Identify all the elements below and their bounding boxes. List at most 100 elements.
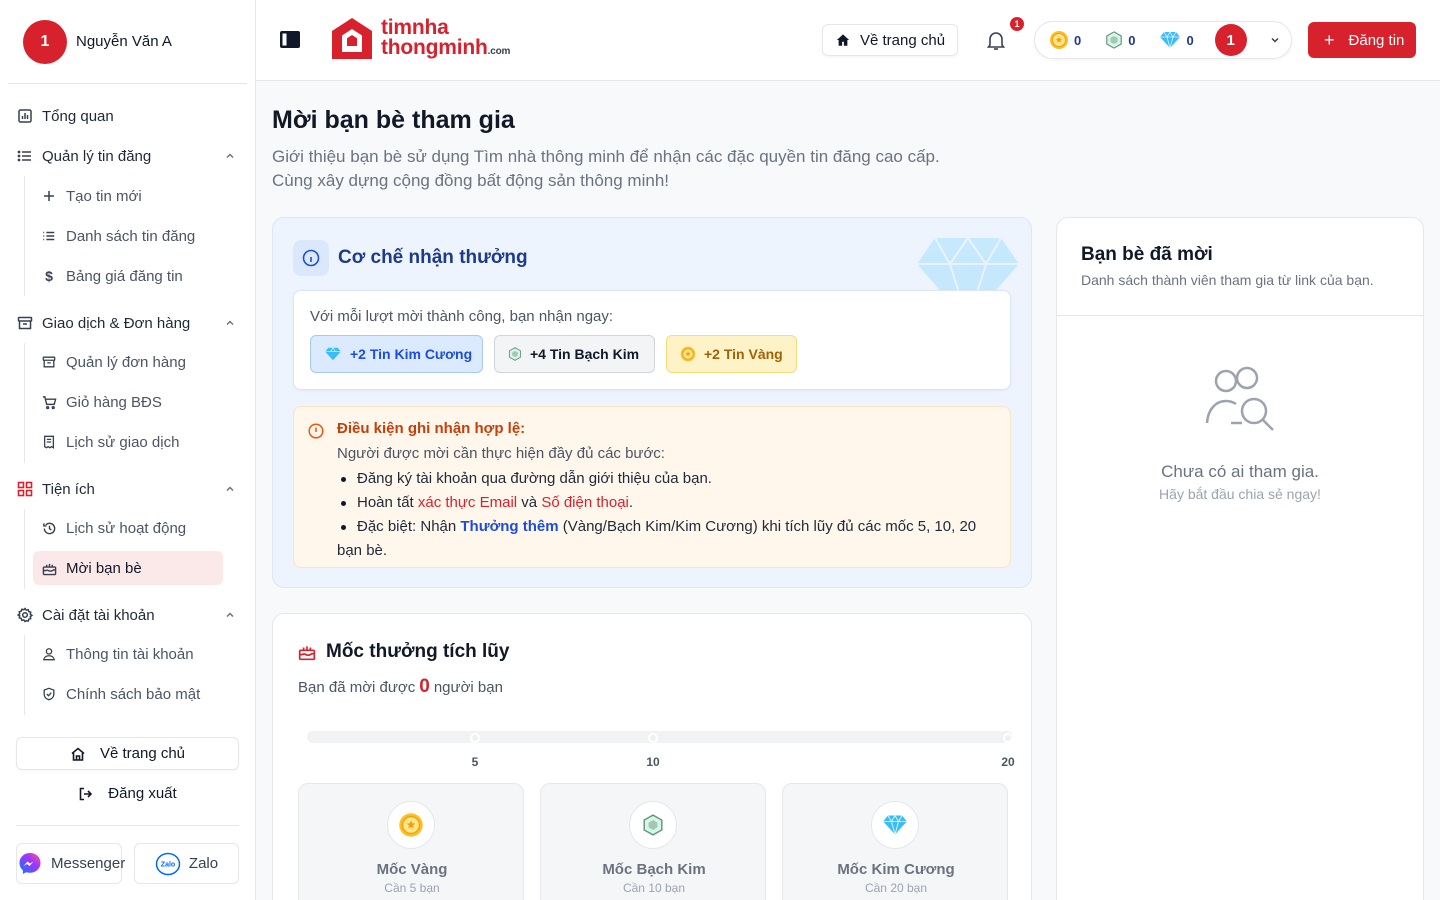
sidebar-toggle-icon[interactable] bbox=[280, 31, 300, 48]
sidebar-group-listings[interactable]: Quản lý tin đăng bbox=[0, 136, 256, 176]
reward-mechanism-card: Cơ chế nhận thưởng Với mỗi lượt mời thàn… bbox=[272, 217, 1032, 588]
sidebar-item-label: Tạo tin mới bbox=[66, 187, 142, 205]
dollar-icon: $ bbox=[45, 268, 53, 284]
card-divider bbox=[1057, 315, 1423, 316]
valid-conditions-box: Điều kiện ghi nhận hợp lệ: Người được mờ… bbox=[293, 406, 1011, 568]
milestone-tick-dot bbox=[648, 733, 658, 743]
milestone-title: Mốc thưởng tích lũy bbox=[326, 641, 510, 662]
gear-icon bbox=[17, 607, 33, 623]
conditions-list: Đăng ký tài khoản qua đường dẫn giới thi… bbox=[337, 467, 997, 563]
sidebar-item-transaction-history[interactable]: Lịch sử giao dịch bbox=[33, 425, 223, 459]
user-name: Nguyễn Văn A bbox=[76, 33, 172, 50]
sidebar-divider bbox=[16, 825, 239, 826]
header-home-button[interactable]: Về trang chủ bbox=[822, 24, 958, 56]
receipt-icon bbox=[41, 434, 57, 450]
archive-icon bbox=[41, 354, 57, 370]
chevron-down-icon[interactable] bbox=[1269, 34, 1281, 46]
header-home-label: Về trang chủ bbox=[860, 31, 946, 49]
reward-chip-label: +4 Tin Bạch Kim bbox=[530, 346, 640, 362]
post-listing-button[interactable]: + Đăng tin bbox=[1308, 22, 1416, 58]
sidebar-item-activity-history[interactable]: Lịch sử hoạt động bbox=[33, 511, 223, 545]
avatar[interactable]: 1 bbox=[23, 19, 67, 64]
friends-card-description: Danh sách thành viên tham gia từ link củ… bbox=[1081, 272, 1374, 288]
user-icon bbox=[41, 646, 57, 662]
sidebar-item-label: Chính sách bảo mật bbox=[66, 685, 201, 703]
messenger-icon bbox=[17, 851, 43, 877]
page-description-line2: Cùng xây dựng cộng đồng bất động sản thô… bbox=[272, 171, 670, 190]
bell-icon[interactable] bbox=[984, 28, 1008, 52]
sidebar-group-orders[interactable]: Giao dịch & Đơn hàng bbox=[0, 303, 256, 343]
empty-state-title: Chưa có ai tham gia. bbox=[1161, 462, 1319, 481]
reward-intro: Với mỗi lượt mời thành công, bạn nhận ng… bbox=[310, 308, 614, 325]
home-icon bbox=[836, 33, 850, 47]
logo[interactable]: timnha thongminh.com bbox=[329, 16, 510, 64]
header-avatar[interactable]: 1 bbox=[1214, 24, 1247, 56]
home-icon bbox=[70, 746, 86, 762]
diamond-count: 0 bbox=[1186, 32, 1194, 48]
sidebar-item-account-info[interactable]: Thông tin tài khoản bbox=[33, 637, 223, 671]
diamond-balance: 0 bbox=[1159, 31, 1194, 49]
list-icon bbox=[17, 148, 33, 164]
submenu-line bbox=[24, 176, 25, 296]
platinum-balance: 0 bbox=[1105, 31, 1135, 49]
sidebar-item-label: Tổng quan bbox=[42, 107, 114, 125]
gold-coin-icon bbox=[387, 801, 435, 849]
zalo-button[interactable]: Zalo Zalo bbox=[134, 843, 239, 884]
sidebar-item-overview[interactable]: Tổng quan bbox=[0, 96, 256, 136]
plus-icon: + bbox=[1324, 30, 1335, 50]
chevron-up-icon[interactable] bbox=[224, 317, 236, 329]
logout-icon bbox=[78, 786, 94, 802]
logo-text-line2: thongminh bbox=[381, 36, 488, 59]
archive-icon bbox=[17, 315, 33, 331]
sidebar-item-cart[interactable]: Giỏ hàng BĐS bbox=[33, 385, 223, 419]
users-search-icon bbox=[1205, 366, 1274, 431]
milestone-gold-card: Mốc Vàng Cần 5 bạn bbox=[298, 783, 524, 900]
zalo-icon: Zalo bbox=[155, 852, 181, 876]
page-description: Giới thiệu bạn bè sử dụng Tìm nhà thông … bbox=[272, 145, 940, 193]
sidebar-item-label: Quản lý đơn hàng bbox=[66, 353, 186, 371]
logout-button[interactable]: Đăng xuất bbox=[16, 777, 239, 810]
diamond-icon bbox=[324, 347, 342, 361]
cart-icon bbox=[41, 394, 57, 410]
platinum-coin-icon bbox=[629, 801, 677, 849]
submenu-line bbox=[24, 635, 25, 715]
email-verification-text: xác thực Email bbox=[417, 494, 518, 511]
sidebar-item-order-management[interactable]: Quản lý đơn hàng bbox=[33, 345, 223, 379]
milestone-tick-dot bbox=[1003, 733, 1013, 743]
invited-friends-card: Bạn bè đã mời Danh sách thành viên tham … bbox=[1056, 217, 1424, 900]
cake-icon bbox=[298, 646, 316, 661]
messenger-button[interactable]: Messenger bbox=[16, 843, 126, 884]
chevron-up-icon[interactable] bbox=[224, 483, 236, 495]
info-icon bbox=[293, 240, 329, 276]
page-title: Mời bạn bè tham gia bbox=[272, 106, 515, 134]
wallet-dropdown[interactable]: 0 0 0 1 bbox=[1034, 21, 1292, 59]
sidebar-item-label: Thông tin tài khoản bbox=[66, 645, 194, 663]
sidebar-group-utilities[interactable]: Tiện ích bbox=[0, 469, 256, 509]
platinum-count: 0 bbox=[1128, 32, 1136, 48]
chevron-up-icon[interactable] bbox=[224, 609, 236, 621]
user-profile[interactable]: 1 Nguyễn Văn A bbox=[8, 0, 247, 84]
post-listing-label: Đăng tin bbox=[1348, 31, 1405, 49]
platinum-coin-icon bbox=[508, 347, 522, 361]
zalo-label: Zalo bbox=[188, 855, 219, 872]
sidebar-item-invite-friends[interactable]: Mời bạn bè bbox=[33, 551, 223, 585]
milestone-tick-dot bbox=[470, 733, 480, 743]
shield-icon bbox=[41, 686, 57, 702]
sidebar-item-label: Lịch sử hoạt động bbox=[66, 519, 187, 537]
sidebar-item-privacy-policy[interactable]: Chính sách bảo mật bbox=[33, 677, 223, 711]
condition-text: Đặc biệt: Nhận bbox=[357, 518, 461, 535]
sidebar-group-account[interactable]: Cài đặt tài khoản bbox=[0, 595, 256, 635]
reward-chip-label: +2 Tin Kim Cương bbox=[350, 346, 473, 362]
messenger-label: Messenger bbox=[51, 855, 126, 872]
logo-suffix: .com bbox=[487, 46, 511, 57]
sidebar-home-button[interactable]: Về trang chủ bbox=[16, 737, 239, 770]
logo-house-icon bbox=[332, 18, 372, 59]
sidebar-item-create-listing[interactable]: Tạo tin mới bbox=[33, 179, 223, 213]
milestone-card: Mốc thưởng tích lũy Bạn đã mời được 0 ng… bbox=[272, 613, 1032, 900]
chevron-up-icon[interactable] bbox=[224, 150, 236, 162]
sidebar-item-listing-list[interactable]: Danh sách tin đăng bbox=[33, 219, 223, 253]
sidebar-item-label: Danh sách tin đăng bbox=[66, 227, 196, 245]
sidebar-item-pricing[interactable]: $ Bảng giá đăng tin bbox=[33, 259, 223, 293]
condition-text: . bbox=[628, 494, 634, 511]
milestone-card-title: Mốc Vàng bbox=[376, 861, 448, 878]
